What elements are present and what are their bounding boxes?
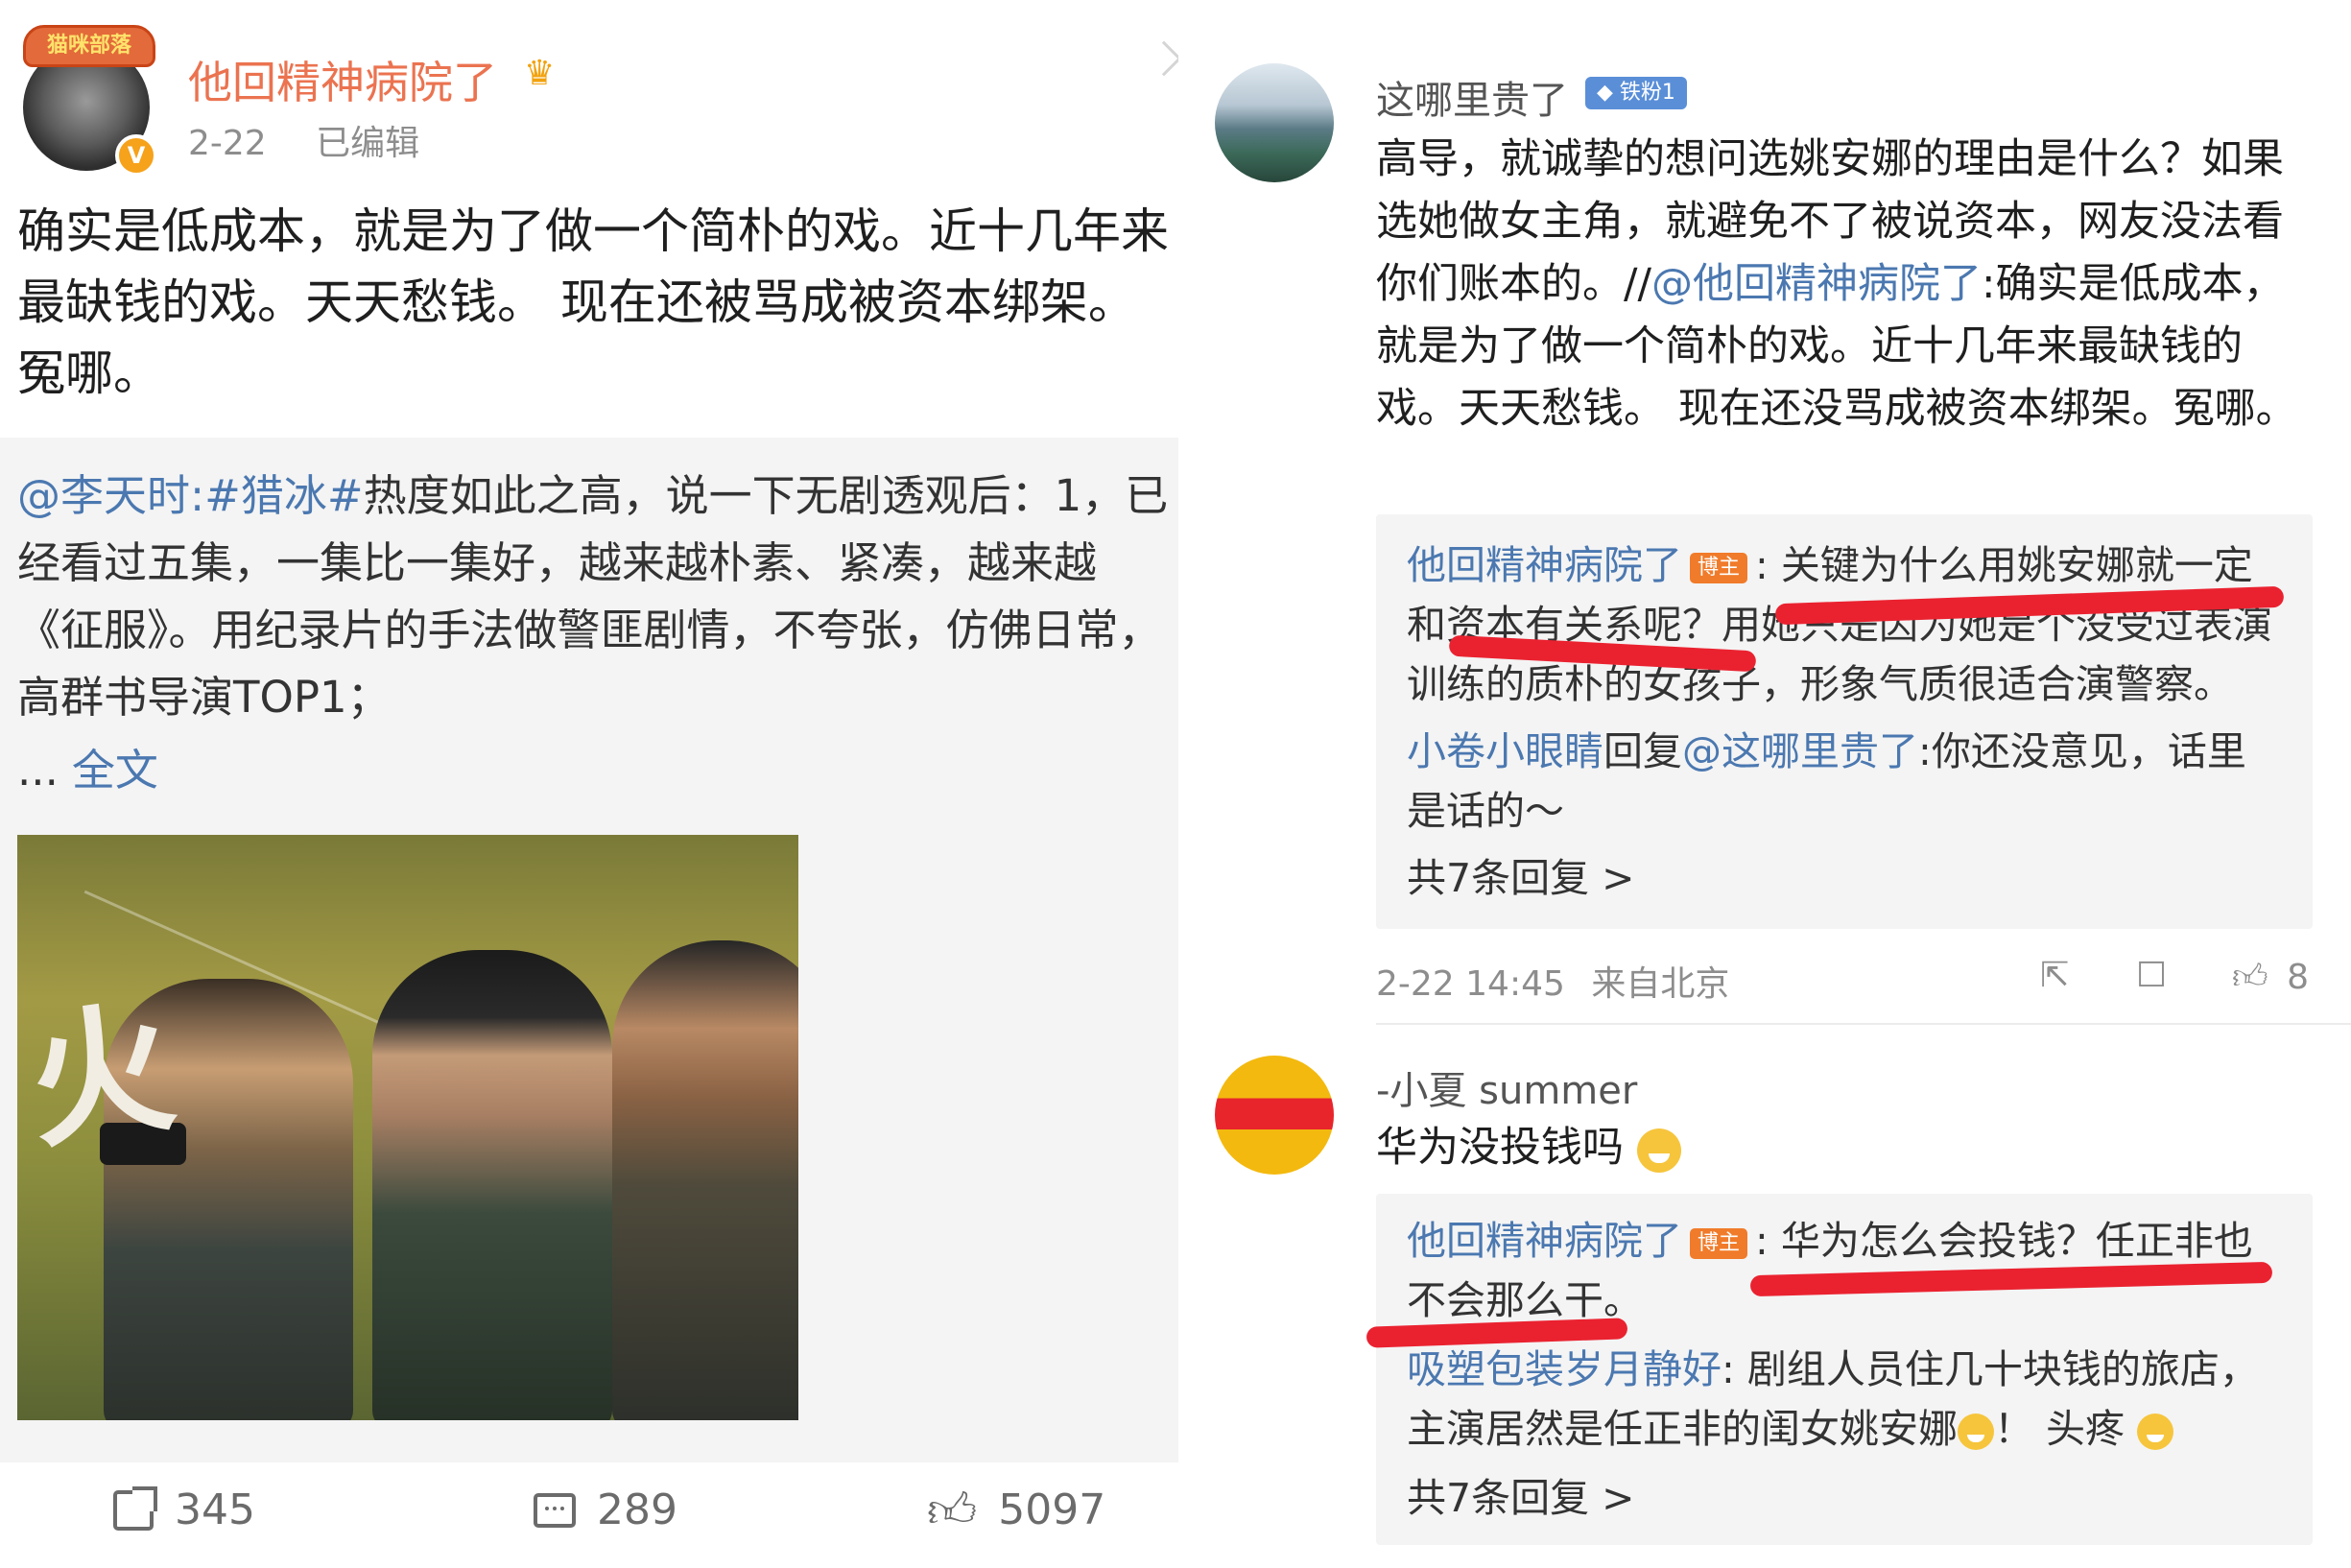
- comment-icon: [534, 1492, 576, 1528]
- commenter-avatar[interactable]: [1215, 63, 1334, 182]
- thumbs-up-icon: 👍︎: [927, 1482, 978, 1538]
- comment-time: 2-22 14:45: [1376, 964, 1565, 1004]
- reply-item: 小卷小眼睛回复@这哪里贵了:你还没意见，话里是话的～: [1407, 728, 2246, 834]
- reply-item: 他回精神病院了 博主: 关键为什么用姚安娜就一定和资本有关系呢？用她只是因为她是个…: [1407, 535, 2280, 714]
- mention-link[interactable]: @这哪里贵了: [1682, 728, 1918, 774]
- verified-v-icon: V: [115, 134, 157, 177]
- repost-author-link[interactable]: @李天时: [17, 470, 190, 521]
- avatar-frame-badge: 猫咪部落: [23, 25, 155, 67]
- commenter-avatar[interactable]: [1215, 1056, 1334, 1175]
- poster-figure-right: [612, 940, 798, 1420]
- post-date: 2-22: [188, 124, 267, 163]
- comment-text: 华为没投钱吗: [1376, 1117, 2297, 1179]
- crown-icon: ♛: [524, 54, 556, 93]
- reply-author[interactable]: 小卷小眼睛: [1407, 728, 1603, 774]
- share-button[interactable]: 345: [113, 1485, 255, 1534]
- like-count: 8: [2287, 958, 2309, 997]
- topic-hashtag-link[interactable]: :#猎冰#: [190, 470, 364, 521]
- reply-author[interactable]: 他回精神病院了: [1407, 542, 1682, 588]
- ellipsis: ...: [17, 745, 59, 796]
- post-meta: 2-22 已编辑: [188, 115, 458, 165]
- author-name[interactable]: 他回精神病院了: [188, 48, 497, 111]
- more-replies-link[interactable]: 共7条回复 >: [1407, 1468, 1634, 1528]
- laugh-cry-emoji-icon: [1636, 1128, 1681, 1173]
- post-text: 确实是低成本，就是为了做一个简朴的戏。近十几年来最缺钱的戏。天天愁钱。 现在还被…: [17, 203, 1169, 401]
- divider: [1376, 1023, 2351, 1025]
- mention-link[interactable]: @他回精神病院了: [1651, 260, 1982, 308]
- author-avatar[interactable]: 猫咪部落 V: [15, 15, 159, 177]
- more-replies-link[interactable]: 共7条回复 >: [1407, 848, 1634, 908]
- reply-author[interactable]: 他回精神病院了: [1407, 1218, 1682, 1264]
- comment-location: 来自北京: [1591, 964, 1730, 1004]
- comment-button[interactable]: 289: [534, 1485, 677, 1534]
- share-count: 345: [175, 1485, 255, 1534]
- poster-figure-center: [372, 950, 612, 1420]
- comment-count: 289: [597, 1485, 677, 1534]
- blogger-tag: 博主: [1690, 553, 1748, 583]
- comment-text: 高导，就诚挚的想问选姚安娜的理由是什么？如果选她做女主角，就避免不了被说资本，网…: [1376, 135, 2297, 433]
- poster-title-glyph: 火: [17, 984, 184, 1170]
- thumbs-up-icon: 👍︎: [2232, 958, 2268, 997]
- laugh-cry-emoji-icon: [2137, 1414, 2174, 1450]
- comment-icon[interactable]: ☐: [2136, 956, 2167, 995]
- repost-text: @李天时:#猎冰#热度如此之高，说一下无剧透观后：1，已经看过五集，一集比一集好…: [17, 463, 1175, 731]
- fan-level-badge: ◆ 铁粉1: [1585, 77, 1687, 109]
- reply-author[interactable]: 吸塑包装岁月静好: [1407, 1346, 1722, 1392]
- blogger-tag: 博主: [1690, 1228, 1748, 1259]
- comment-meta: 2-22 14:45 来自北京: [1376, 956, 1729, 1006]
- commenter-name[interactable]: 这哪里贵了: [1376, 69, 1568, 125]
- reply-item: 吸塑包装岁月静好: 剧组人员住几十块钱的旅店，主演居然是任正非的闺女姚安娜！ 头…: [1407, 1346, 2259, 1452]
- commenter-name[interactable]: -小夏 summer: [1376, 1059, 1637, 1115]
- share-icon[interactable]: ⇱: [2040, 956, 2069, 995]
- share-icon: [113, 1485, 157, 1531]
- full-text-link[interactable]: 全文: [72, 745, 158, 796]
- like-button[interactable]: 👍︎ 8: [2232, 956, 2309, 998]
- edited-label: 已编辑: [316, 124, 420, 163]
- crying-emoji-icon: [1958, 1414, 1994, 1450]
- repost-image[interactable]: 火: [17, 835, 798, 1420]
- read-more-row: ... 全文: [17, 735, 158, 797]
- like-count: 5097: [998, 1485, 1106, 1534]
- like-button[interactable]: 👍︎ 5097: [927, 1485, 1105, 1534]
